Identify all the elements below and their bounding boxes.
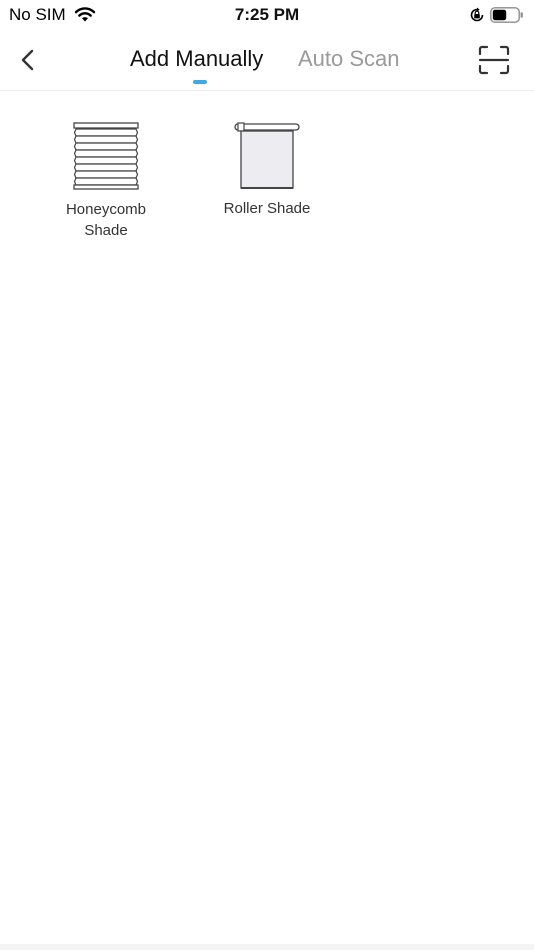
honeycomb-shade-icon xyxy=(73,122,139,190)
back-chevron-icon[interactable] xyxy=(14,44,42,76)
bottom-edge xyxy=(0,944,534,950)
battery-icon xyxy=(490,7,523,23)
rotation-lock-icon xyxy=(470,7,484,22)
battery-level-fill xyxy=(492,9,507,21)
scan-icon[interactable] xyxy=(477,44,511,76)
tab-add-manually[interactable]: Add Manually xyxy=(130,46,263,72)
active-tab-indicator xyxy=(193,80,207,84)
device-label: Honeycomb Shade xyxy=(65,201,147,239)
status-bar: No SIM 7:25 PM xyxy=(0,0,534,30)
roller-shade-icon xyxy=(234,122,300,189)
tab-auto-scan[interactable]: Auto Scan xyxy=(298,46,400,72)
status-time: 7:25 PM xyxy=(234,5,300,24)
device-label: Roller Shade xyxy=(223,200,311,217)
device-roller-shade[interactable]: Roller Shade xyxy=(207,121,327,219)
top-nav: Add Manually Auto Scan xyxy=(0,30,534,91)
device-honeycomb-shade[interactable]: Honeycomb Shade xyxy=(46,121,166,241)
